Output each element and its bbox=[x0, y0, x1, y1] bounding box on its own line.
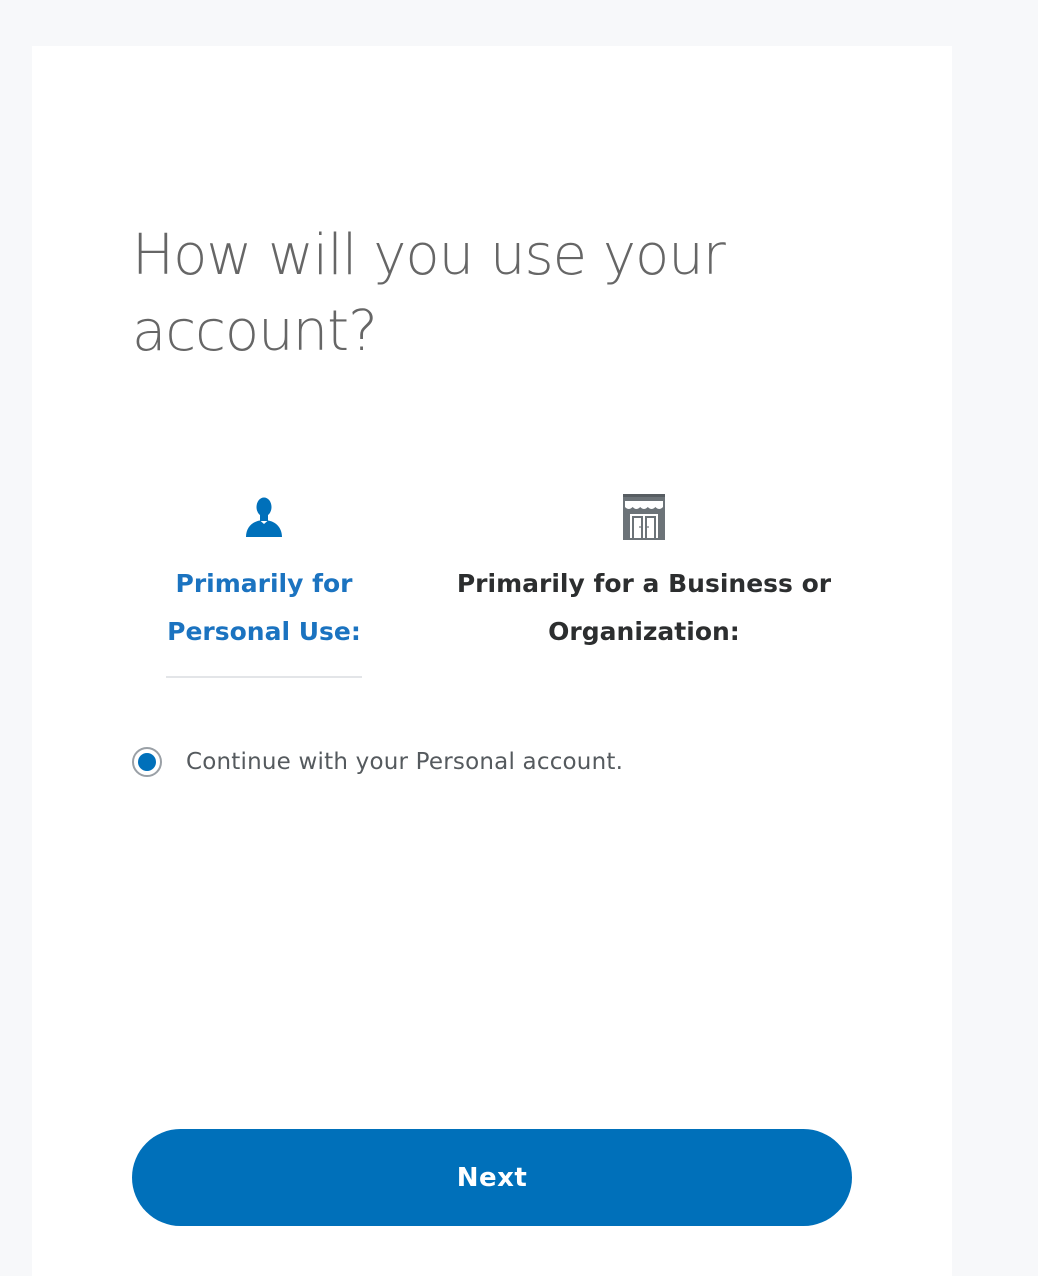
tab-business-use[interactable]: Primarily for a Business or Organization… bbox=[442, 492, 846, 676]
tab-personal-use[interactable]: Primarily for Personal Use: bbox=[166, 492, 362, 678]
person-icon bbox=[166, 492, 362, 540]
page-title: How will you use your account? bbox=[132, 223, 726, 364]
next-button[interactable]: Next bbox=[132, 1129, 852, 1226]
radio-label: Continue with your Personal account. bbox=[186, 749, 624, 775]
tab-label: Primarily for Personal Use: bbox=[167, 569, 361, 646]
radio-selected-dot bbox=[138, 753, 156, 771]
personal-account-option[interactable]: Continue with your Personal account. bbox=[132, 744, 623, 780]
signup-card: How will you use your account? Primarily… bbox=[32, 46, 952, 1276]
tab-label: Primarily for a Business or Organization… bbox=[456, 569, 832, 646]
storefront-icon bbox=[442, 492, 846, 540]
personal-account-radio[interactable] bbox=[132, 747, 162, 777]
account-type-tabs: Primarily for Personal Use: Primarily fo… bbox=[132, 492, 852, 682]
